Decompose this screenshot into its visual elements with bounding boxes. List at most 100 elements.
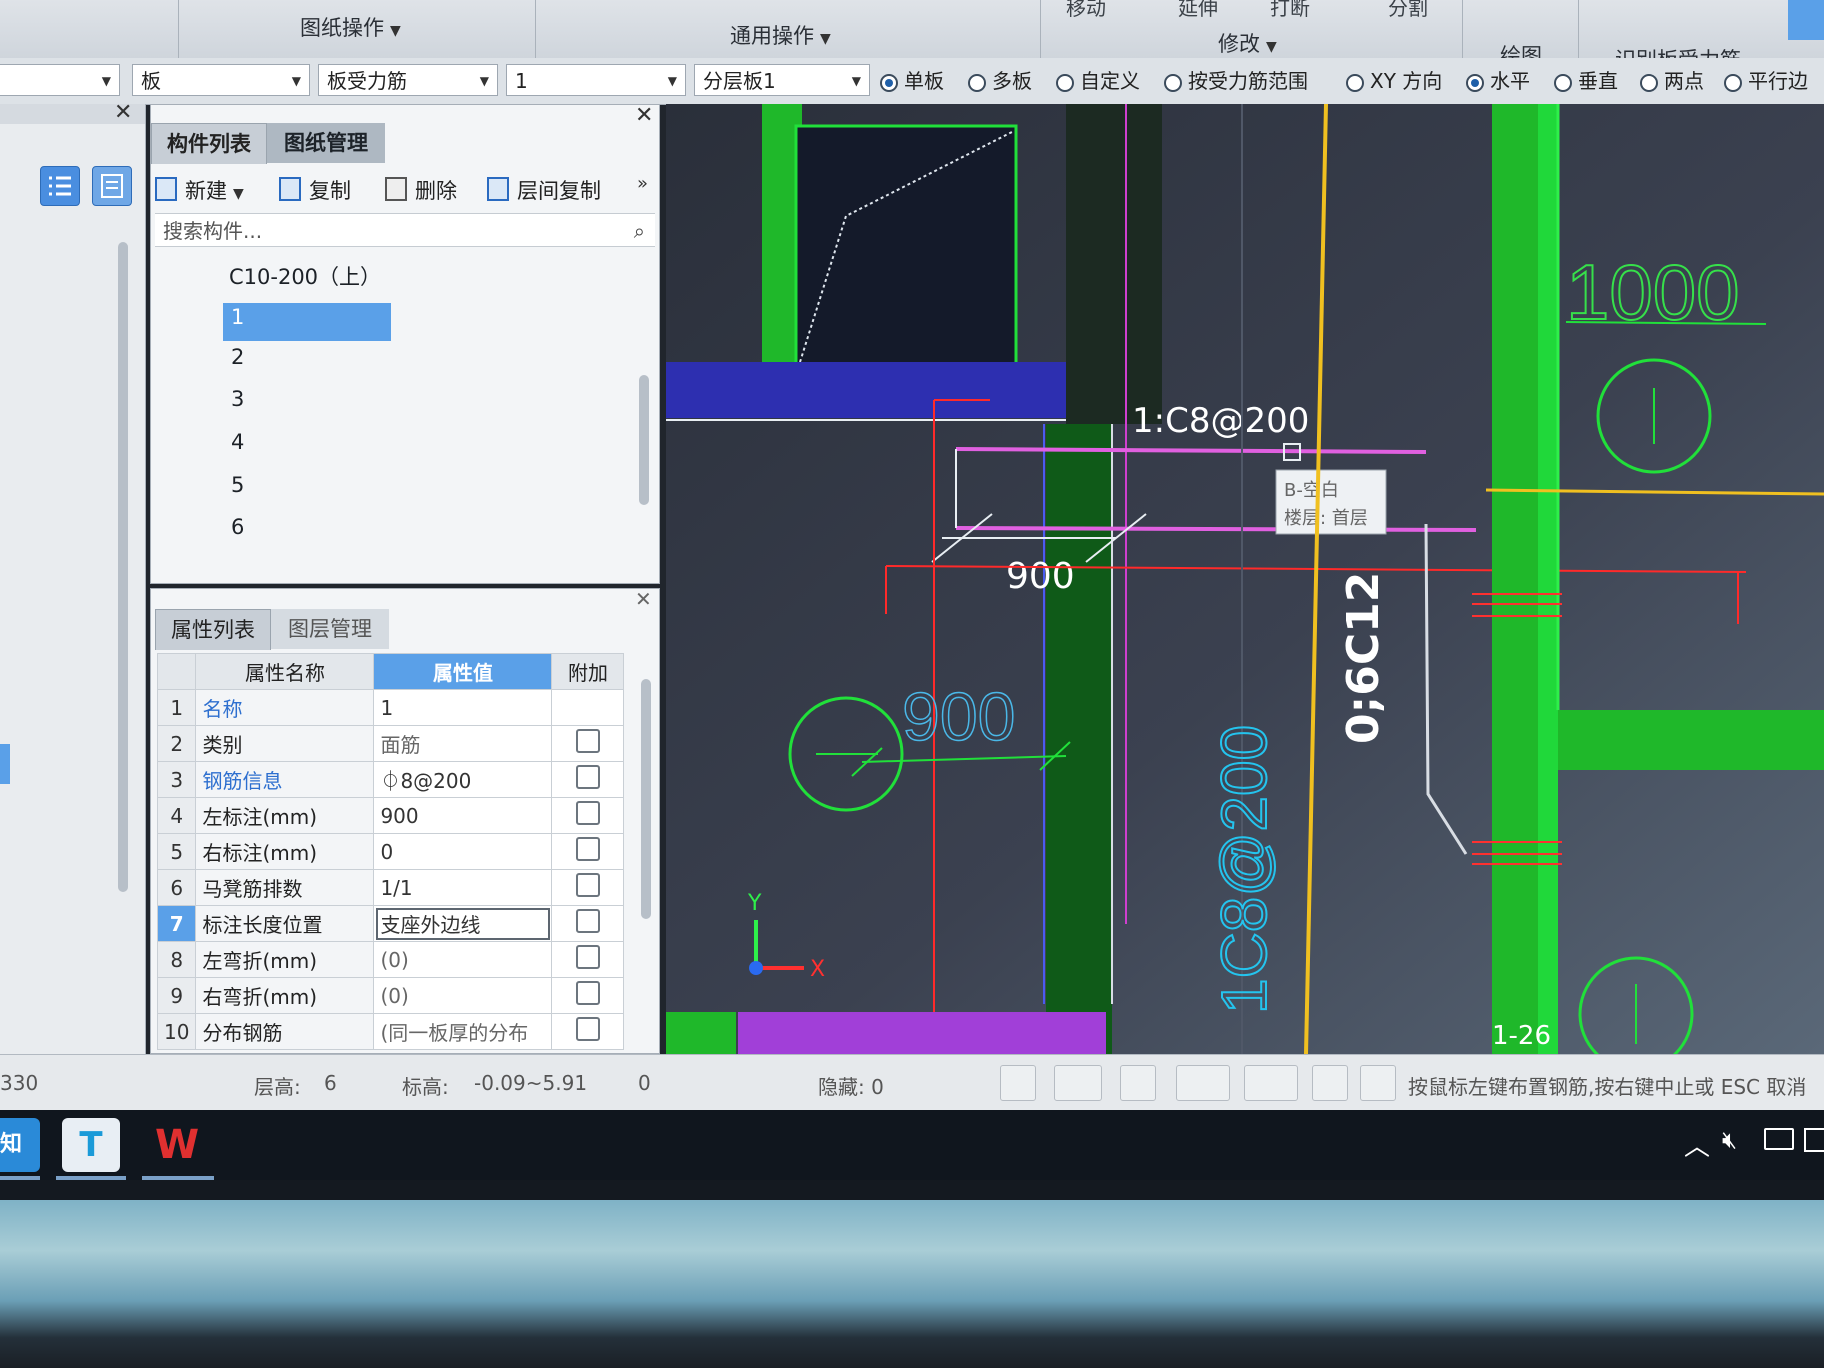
component-group-title[interactable]: C10-200（上） xyxy=(229,261,381,291)
ribbon-group-modify[interactable]: 修改 ▼ xyxy=(1218,28,1277,58)
list-item[interactable]: 1 xyxy=(231,305,244,329)
nav-collapsed-marker[interactable] xyxy=(0,744,10,784)
property-value[interactable]: 1/1 xyxy=(373,869,553,906)
list-item[interactable]: 4 xyxy=(231,430,244,454)
extra-checkbox[interactable] xyxy=(575,837,600,861)
property-value[interactable]: (同一板厚的分布 xyxy=(373,1013,553,1050)
list-item[interactable]: 3 xyxy=(231,387,244,411)
ribbon-highlight-button[interactable] xyxy=(1788,0,1824,40)
display-icon[interactable] xyxy=(1312,1065,1348,1101)
object-snap-icon[interactable] xyxy=(1054,1065,1102,1101)
rebar-label: 1:C8@200 xyxy=(1132,401,1309,441)
radio-custom[interactable]: 自定义 xyxy=(1056,68,1140,94)
radio-dot-icon xyxy=(1724,74,1742,92)
delete-button[interactable]: 删除 xyxy=(385,175,457,205)
tab-property-list[interactable]: 属性列表 xyxy=(155,609,271,650)
radio-xy-direction[interactable]: XY 方向 xyxy=(1346,68,1442,94)
property-value[interactable]: (0) xyxy=(373,977,553,1014)
property-row[interactable]: 9 右弯折(mm) (0) xyxy=(156,977,625,1014)
copy-label: 复制 xyxy=(309,179,351,203)
extra-checkbox[interactable] xyxy=(575,1017,600,1041)
rebar-type-dropdown[interactable]: 板受力筋 ▼ xyxy=(318,64,498,96)
nav-scrollbar[interactable] xyxy=(118,242,128,892)
close-icon[interactable]: ✕ xyxy=(114,100,132,125)
radio-by-rebar-range[interactable]: 按受力筋范围 xyxy=(1164,68,1308,94)
list-item[interactable]: 6 xyxy=(231,515,244,539)
extra-checkbox[interactable] xyxy=(575,801,600,825)
new-button[interactable]: 新建 ▼ xyxy=(155,175,244,205)
tab-layer-management[interactable]: 图层管理 xyxy=(271,609,389,649)
angle-icon[interactable] xyxy=(1176,1065,1230,1101)
more-icon[interactable]: » xyxy=(637,173,648,194)
extra-checkbox[interactable] xyxy=(575,873,600,897)
property-value[interactable]: ⏀8@200 xyxy=(373,761,553,798)
radio-vertical[interactable]: 垂直 xyxy=(1554,68,1618,94)
property-row[interactable]: 8 左弯折(mm) (0) xyxy=(156,941,625,978)
list-item[interactable]: 5 xyxy=(231,473,244,497)
property-row[interactable]: 10 分布钢筋 (同一板厚的分布 xyxy=(156,1013,625,1050)
component-dropdown[interactable]: 1 ▼ xyxy=(506,64,686,96)
ribbon-break[interactable]: 打断 xyxy=(1270,0,1310,21)
taskbar-app-wps[interactable]: W xyxy=(148,1118,206,1172)
dynamic-input-icon[interactable] xyxy=(1360,1065,1396,1101)
search-icon[interactable]: ⌕ xyxy=(634,214,645,248)
property-row[interactable]: 4 左标注(mm) 900 xyxy=(156,797,625,834)
property-value[interactable]: 900 xyxy=(373,797,553,834)
property-row[interactable]: 1 名称 1 xyxy=(156,689,625,726)
radio-multi-slab[interactable]: 多板 xyxy=(968,68,1032,94)
ribbon-group-drawing-ops[interactable]: 图纸操作 ▼ xyxy=(300,12,401,42)
property-value[interactable]: (0) xyxy=(373,941,553,978)
radio-label: 两点 xyxy=(1664,69,1704,93)
property-value[interactable]: 1 xyxy=(373,689,553,726)
search-input[interactable]: 搜索构件... ⌕ xyxy=(155,213,655,247)
layer-slab-dropdown[interactable]: 分层板1 ▼ xyxy=(694,64,870,96)
extra-checkbox[interactable] xyxy=(575,981,600,1005)
orthogonal-icon[interactable] xyxy=(1000,1065,1036,1101)
radio-label: 按受力筋范围 xyxy=(1188,69,1308,93)
property-name: 标注长度位置 xyxy=(195,905,375,942)
ribbon-move[interactable]: 移动 xyxy=(1066,0,1106,21)
battery-icon[interactable] xyxy=(1764,1128,1794,1150)
taskbar-app-zhi[interactable]: 知 xyxy=(0,1118,40,1172)
property-value[interactable]: 0 xyxy=(373,833,553,870)
extra-checkbox[interactable] xyxy=(575,765,600,789)
tab-drawing-management[interactable]: 图纸管理 xyxy=(267,123,385,163)
ribbon-split[interactable]: 分割 xyxy=(1388,0,1428,21)
drawing-canvas[interactable]: 900 1:C8@200 B-空白 楼层: 首层 900 1C8@200 0;6… xyxy=(666,104,1824,1054)
property-row-selected[interactable]: 7 标注长度位置 支座外边线 xyxy=(156,905,625,942)
category-dropdown-hidden[interactable]: ▼ xyxy=(0,64,120,96)
ribbon-extend[interactable]: 延伸 xyxy=(1178,0,1218,21)
close-icon[interactable]: ✕ xyxy=(635,587,652,611)
detail-view-icon[interactable] xyxy=(92,166,132,206)
component-list-scrollbar[interactable] xyxy=(639,375,649,505)
cross-snap-icon[interactable] xyxy=(1120,1065,1156,1101)
property-name: 钢筋信息 xyxy=(195,761,375,798)
tray-chevron-up-icon[interactable]: ︿ xyxy=(1684,1126,1710,1163)
radio-horizontal[interactable]: 水平 xyxy=(1466,68,1530,94)
property-row[interactable]: 6 马凳筋排数 1/1 xyxy=(156,869,625,906)
element-type-dropdown[interactable]: 板 ▼ xyxy=(132,64,310,96)
property-scrollbar[interactable] xyxy=(641,679,651,919)
radio-two-points[interactable]: 两点 xyxy=(1640,68,1704,94)
tab-component-list[interactable]: 构件列表 xyxy=(151,123,267,164)
extra-checkbox[interactable] xyxy=(575,729,600,753)
network-icon[interactable] xyxy=(1804,1128,1824,1152)
list-view-icon[interactable] xyxy=(40,166,80,206)
close-icon[interactable]: ✕ xyxy=(635,103,653,128)
extra-checkbox[interactable] xyxy=(575,945,600,969)
volume-muted-icon[interactable]: 🔇︎ xyxy=(1722,1126,1737,1154)
extra-checkbox[interactable] xyxy=(575,909,600,933)
offset-icon[interactable] xyxy=(1244,1065,1298,1101)
copy-button[interactable]: 复制 xyxy=(279,175,351,205)
list-item[interactable]: 2 xyxy=(231,345,244,369)
property-value-editor[interactable]: 支座外边线 xyxy=(373,905,553,942)
property-value[interactable]: 面筋 xyxy=(373,725,553,762)
property-row[interactable]: 3 钢筋信息 ⏀8@200 xyxy=(156,761,625,798)
property-row[interactable]: 2 类别 面筋 xyxy=(156,725,625,762)
radio-single-slab[interactable]: 单板 xyxy=(880,68,944,94)
floor-copy-button[interactable]: 层间复制 xyxy=(487,175,601,205)
taskbar-app-t[interactable]: T xyxy=(62,1118,120,1172)
ribbon-group-common-ops[interactable]: 通用操作 ▼ xyxy=(730,20,831,50)
property-row[interactable]: 5 右标注(mm) 0 xyxy=(156,833,625,870)
radio-parallel-edge[interactable]: 平行边 xyxy=(1724,68,1808,94)
